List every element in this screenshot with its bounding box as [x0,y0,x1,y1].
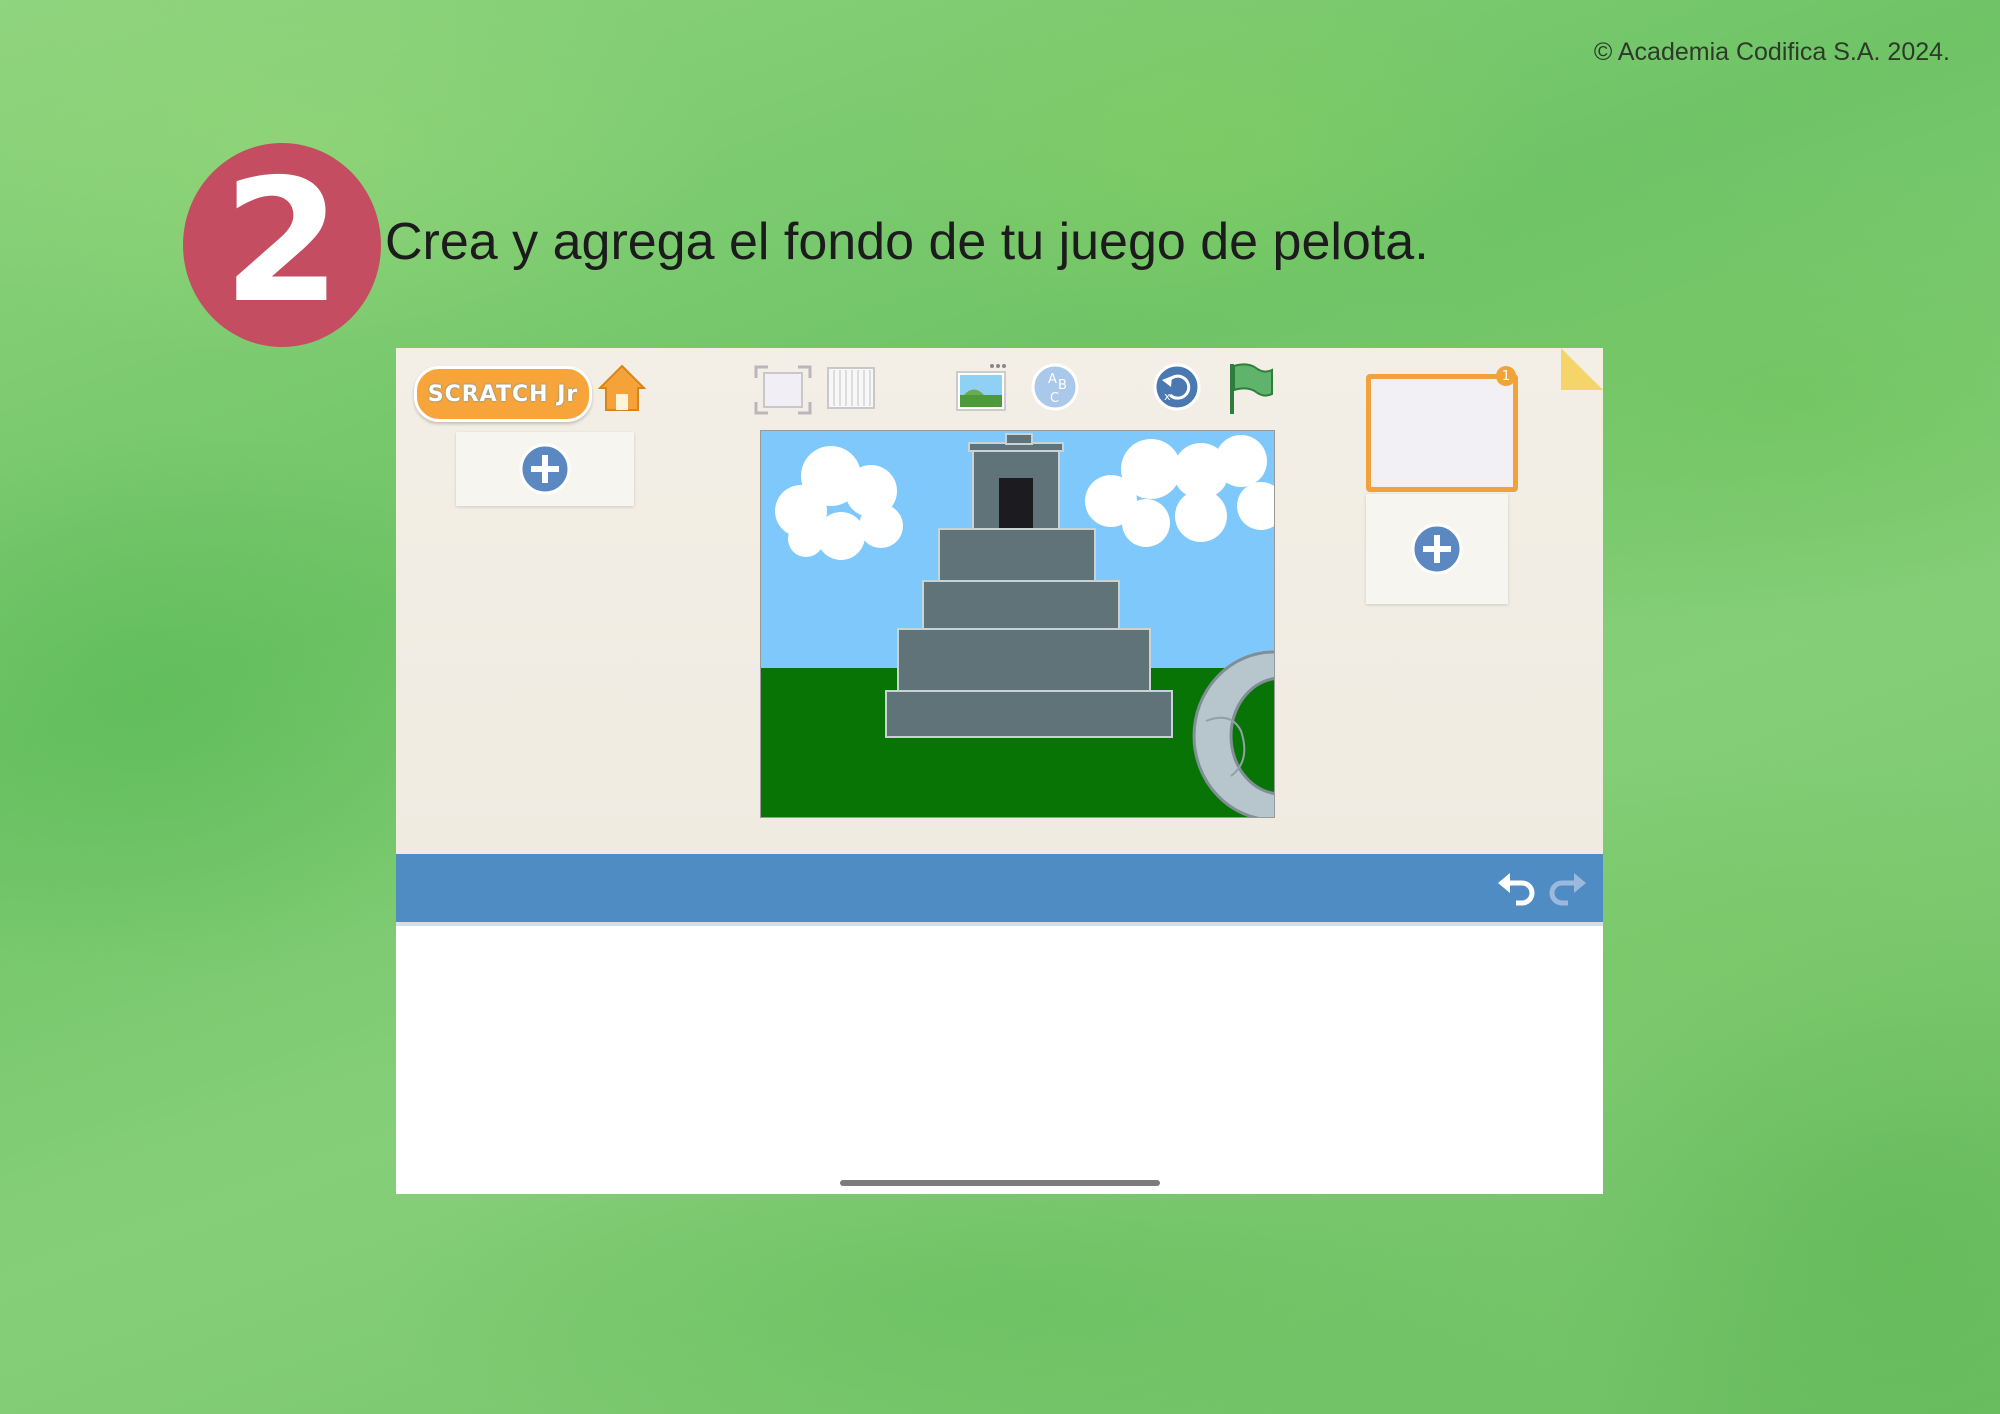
undo-icon[interactable] [1494,865,1538,909]
fullscreen-icon[interactable] [754,364,812,416]
stage-canvas[interactable] [760,430,1275,818]
redo-icon[interactable] [1546,865,1590,909]
add-character-button[interactable] [518,442,572,496]
home-indicator-bar [840,1180,1160,1186]
green-flag-icon[interactable] [1224,360,1276,416]
svg-text:A: A [1048,372,1057,387]
scratchjr-logo: SCRATCH Jr [414,366,592,422]
step-number-badge: 2 [183,143,381,347]
temple-door [999,478,1033,528]
scratchjr-screenshot: SCRATCH Jr A B C x 1 [396,348,1603,1194]
text-abc-icon[interactable]: A B C [1030,362,1080,412]
script-area[interactable] [396,922,1603,1194]
step-instruction: Crea y agrega el fondo de tu juego de pe… [385,213,1429,271]
block-palette-bar [396,854,1603,922]
svg-text:x: x [1164,390,1171,403]
background-icon[interactable] [954,362,1008,412]
home-icon[interactable] [596,362,648,414]
reset-icon[interactable]: x [1152,362,1202,412]
svg-text:C: C [1050,391,1059,406]
page-corner-fold[interactable] [1561,348,1603,390]
svg-text:B: B [1058,378,1067,393]
add-page-button[interactable] [1410,522,1464,576]
page-thumbnail[interactable] [1366,374,1518,492]
page-number-badge: 1 [1496,366,1516,386]
step-number: 2 [222,143,342,341]
grid-icon[interactable] [826,366,876,410]
copyright-notice: © Academia Codifica S.A. 2024. [1593,38,1950,66]
